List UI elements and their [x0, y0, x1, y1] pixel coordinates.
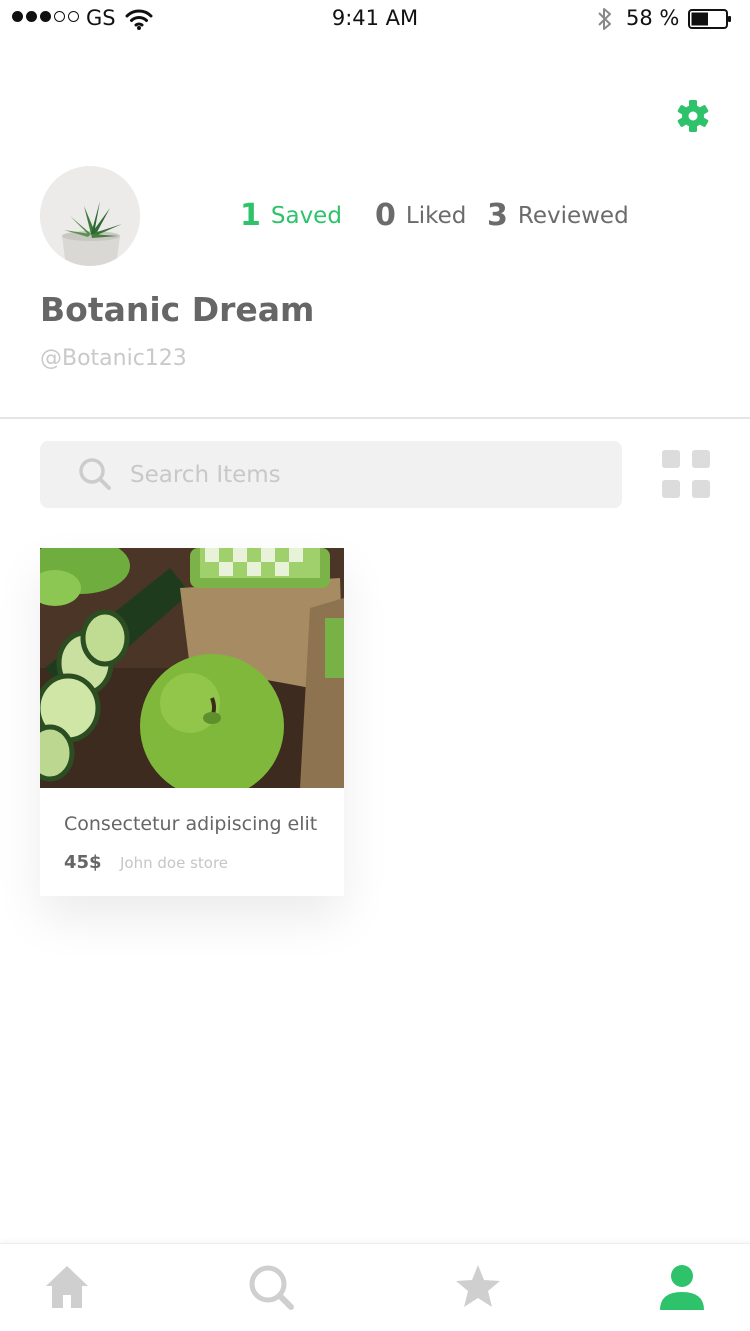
product-price: 45$: [64, 852, 102, 873]
product-card[interactable]: Consectetur adipiscing elit 45$ John doe…: [40, 548, 344, 896]
settings-gear-icon[interactable]: [676, 99, 710, 133]
bluetooth-icon: [598, 8, 611, 30]
grid-view-toggle-icon[interactable]: [662, 450, 710, 498]
profile-handle: @Botanic123: [40, 346, 187, 371]
battery-icon: [688, 9, 731, 29]
stat-reviewed[interactable]: 3 Reviewed: [487, 198, 629, 233]
search-tab-icon[interactable]: [246, 1262, 296, 1312]
avatar[interactable]: [40, 166, 140, 266]
profile-icon[interactable]: [657, 1262, 707, 1312]
stat-liked[interactable]: 0 Liked: [375, 198, 466, 233]
divider: [0, 417, 750, 419]
bottom-tab-bar: [0, 1243, 750, 1331]
profile-name: Botanic Dream: [40, 290, 315, 329]
saved-count: 1: [240, 198, 261, 233]
reviewed-count: 3: [487, 198, 508, 233]
search-bar[interactable]: [40, 441, 622, 508]
status-bar: GS 9:41 AM 58 %: [0, 0, 750, 40]
product-title: Consectetur adipiscing elit: [64, 813, 318, 835]
succulent-avatar-image: [40, 166, 140, 266]
search-input[interactable]: [130, 441, 600, 508]
liked-label: Liked: [405, 203, 467, 229]
saved-label: Saved: [270, 203, 342, 229]
product-image: [40, 548, 344, 788]
battery-percent: 58 %: [626, 6, 680, 30]
product-store: John doe store: [120, 854, 229, 872]
reviewed-label: Reviewed: [517, 203, 629, 229]
star-icon[interactable]: [453, 1262, 503, 1312]
liked-count: 0: [375, 198, 396, 233]
home-icon[interactable]: [42, 1262, 92, 1312]
search-icon: [79, 458, 111, 490]
stat-saved[interactable]: 1 Saved: [240, 198, 342, 233]
